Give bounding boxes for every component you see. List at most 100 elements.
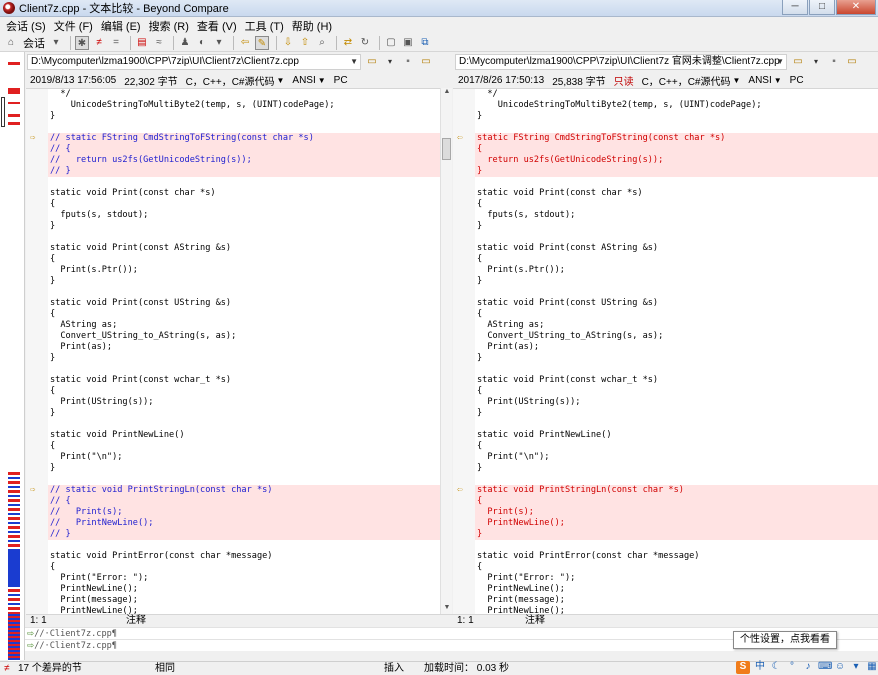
code-line[interactable]: } <box>475 166 878 177</box>
vertical-scrollbar[interactable]: ▲ ▼ <box>440 88 452 614</box>
diff-overview[interactable] <box>0 52 25 662</box>
code-line[interactable] <box>475 364 878 375</box>
code-line[interactable] <box>48 122 440 133</box>
right-encoding[interactable]: ANSI <box>748 75 771 86</box>
minor-icon[interactable]: ≈ <box>152 36 166 50</box>
folder-open-icon[interactable]: ▭ <box>791 55 805 69</box>
code-line[interactable] <box>475 122 878 133</box>
page-icon[interactable]: ▣ <box>401 36 415 50</box>
window-icon[interactable]: ⧉ <box>418 36 432 50</box>
code-line[interactable]: } <box>48 408 440 419</box>
code-line[interactable]: } <box>475 529 878 540</box>
code-line[interactable]: UnicodeStringToMultiByte2(temp, s, (UINT… <box>48 100 440 111</box>
right-code[interactable]: */ UnicodeStringToMultiByte2(temp, s, (U… <box>457 89 878 614</box>
toolbox-icon[interactable]: ▦ <box>866 661 878 673</box>
folder-open-icon[interactable]: ▭ <box>365 55 379 69</box>
code-line[interactable]: } <box>48 276 440 287</box>
moon-icon[interactable]: ☾ <box>770 661 782 673</box>
code-line[interactable]: { <box>48 562 440 573</box>
page-icon[interactable]: ▢ <box>384 36 398 50</box>
microphone-icon[interactable]: ♪ <box>802 661 814 673</box>
keyboard-icon[interactable]: ⌨ <box>818 661 832 673</box>
menu-file[interactable]: 文件 (F) <box>52 18 99 34</box>
overview-viewport[interactable] <box>1 97 5 127</box>
home-icon[interactable]: ⌂ <box>4 36 18 50</box>
code-line[interactable] <box>475 419 878 430</box>
code-line[interactable]: Convert_UString_to_AString(s, as); <box>475 331 878 342</box>
menu-edit[interactable]: 编辑 (E) <box>99 18 147 34</box>
code-line[interactable]: // PrintNewLine(); <box>48 518 440 529</box>
right-format[interactable]: C，C++，C#源代码 <box>642 73 731 88</box>
code-line[interactable] <box>48 287 440 298</box>
code-line[interactable]: ⇦ static FString CmdStringToFString(const… <box>457 133 878 144</box>
code-line[interactable]: { <box>48 254 440 265</box>
right-code-pane[interactable]: */ UnicodeStringToMultiByte2(temp, s, (U… <box>453 88 878 614</box>
prev-diff-icon[interactable]: ⇧ <box>298 36 312 50</box>
code-line[interactable]: { <box>475 562 878 573</box>
left-encoding[interactable]: ANSI <box>292 75 315 86</box>
save-icon[interactable]: ▪ <box>401 55 415 69</box>
code-line[interactable]: { <box>48 199 440 210</box>
code-line[interactable]: PrintNewLine(); <box>475 518 878 529</box>
edit-icon[interactable]: ✎ <box>255 35 269 50</box>
session-button[interactable]: 会话 <box>23 35 45 51</box>
code-line[interactable] <box>48 474 440 485</box>
code-line[interactable]: } <box>48 221 440 232</box>
code-line[interactable]: */ <box>48 89 440 100</box>
code-line[interactable]: static void Print(const UString &s) <box>475 298 878 309</box>
code-line[interactable]: } <box>475 276 878 287</box>
code-line[interactable]: static void Print(const wchar_t *s) <box>48 375 440 386</box>
rules-icon[interactable]: ♟ <box>178 36 192 50</box>
code-line[interactable]: { <box>475 254 878 265</box>
code-line[interactable]: Print("Error: "); <box>48 573 440 584</box>
code-line[interactable]: AString as; <box>48 320 440 331</box>
code-line[interactable]: static void Print(const char *s) <box>48 188 440 199</box>
code-line[interactable]: } <box>475 221 878 232</box>
code-line[interactable] <box>475 540 878 551</box>
code-line[interactable]: { <box>475 309 878 320</box>
chevron-down-icon[interactable]: ▾ <box>212 36 226 50</box>
code-line[interactable]: Convert_UString_to_AString(s, as); <box>48 331 440 342</box>
menu-view[interactable]: 查看 (V) <box>195 18 243 34</box>
show-same-icon[interactable]: = <box>109 36 123 50</box>
left-code[interactable]: */ UnicodeStringToMultiByte2(temp, s, (U… <box>30 89 440 614</box>
left-format[interactable]: C，C++，C#源代码 <box>186 73 275 88</box>
code-line[interactable]: Print(s.Ptr()); <box>48 265 440 276</box>
menu-session[interactable]: 会话 (S) <box>4 18 52 34</box>
scroll-up-icon[interactable]: ▲ <box>442 88 452 98</box>
code-line[interactable]: // } <box>48 166 440 177</box>
save-icon[interactable]: ▪ <box>827 55 841 69</box>
code-line[interactable]: // { <box>48 496 440 507</box>
chevron-down-icon[interactable]: ▾ <box>383 55 397 69</box>
code-line[interactable]: // } <box>48 529 440 540</box>
shirt-icon[interactable]: ▾ <box>850 661 862 673</box>
code-line[interactable]: Print(s); <box>475 507 878 518</box>
copy-left-arrow-icon[interactable]: ⇦ <box>457 485 462 496</box>
code-line[interactable]: PrintNewLine(); <box>48 584 440 595</box>
code-line[interactable]: } <box>475 353 878 364</box>
menu-help[interactable]: 帮助 (H) <box>290 18 338 34</box>
context-icon[interactable]: ▤ <box>135 36 149 50</box>
code-line[interactable]: static void PrintNewLine() <box>48 430 440 441</box>
code-line[interactable] <box>475 177 878 188</box>
code-line[interactable] <box>48 232 440 243</box>
code-line[interactable]: fputs(s, stdout); <box>475 210 878 221</box>
code-line[interactable]: Print("\n"); <box>48 452 440 463</box>
chevron-down-icon[interactable]: ▼ <box>318 76 326 85</box>
code-line[interactable]: ⇦ static void PrintStringLn(const char *s… <box>457 485 878 496</box>
close-button[interactable]: ✕ <box>836 0 876 15</box>
menu-tools[interactable]: 工具 (T) <box>243 18 290 34</box>
minimize-button[interactable]: ─ <box>782 0 808 15</box>
chevron-down-icon[interactable]: ▼ <box>732 76 740 85</box>
code-line[interactable]: } <box>48 463 440 474</box>
code-line[interactable]: Print(s.Ptr()); <box>475 265 878 276</box>
code-line[interactable]: { <box>475 496 878 507</box>
punctuation-icon[interactable]: ° <box>786 661 798 673</box>
chevron-down-icon[interactable]: ▾ <box>809 55 823 69</box>
scrollbar-thumb[interactable] <box>442 138 451 160</box>
code-line[interactable] <box>475 474 878 485</box>
code-line[interactable]: { <box>48 309 440 320</box>
code-line[interactable] <box>475 232 878 243</box>
code-line[interactable]: ⇨ // static void PrintStringLn(const char… <box>30 485 440 496</box>
left-code-pane[interactable]: */ UnicodeStringToMultiByte2(temp, s, (U… <box>26 88 440 614</box>
